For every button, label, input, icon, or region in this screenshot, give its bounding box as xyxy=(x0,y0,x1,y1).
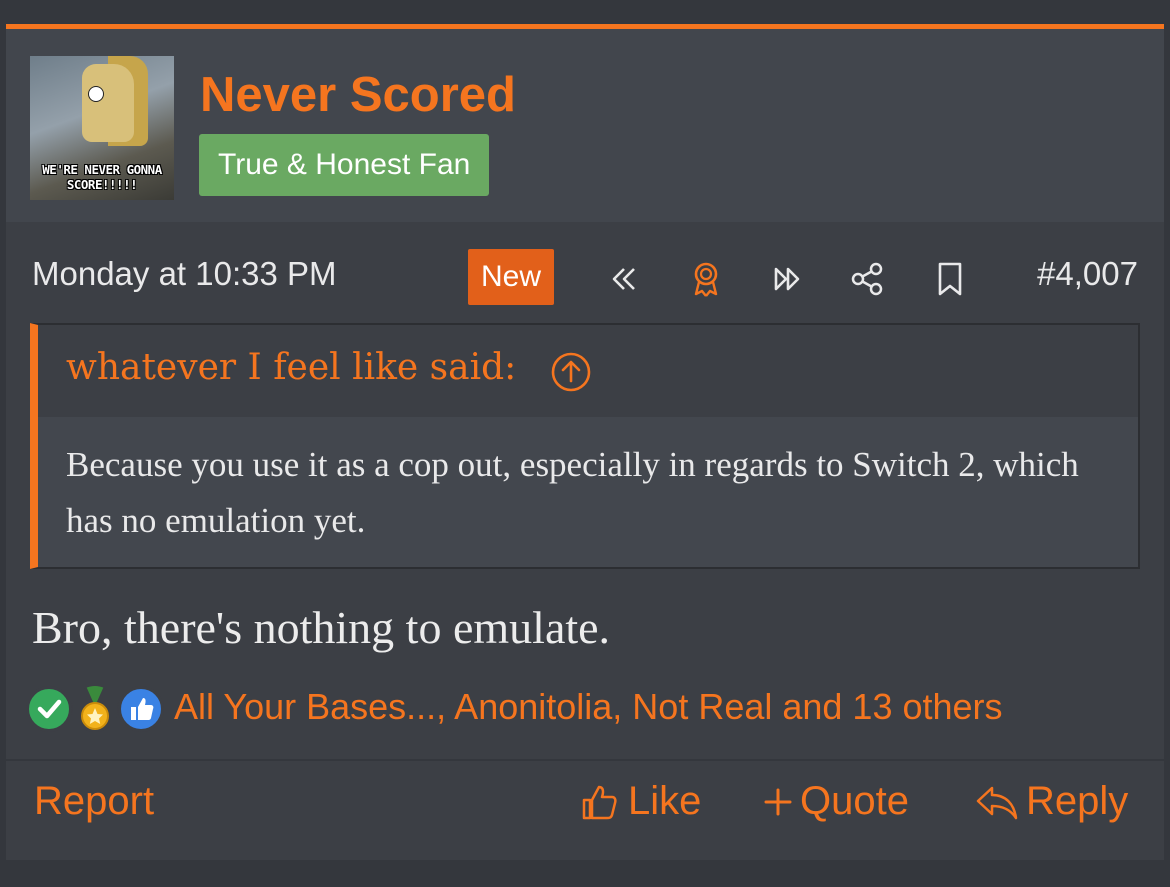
avatar-caption: WE'RE NEVER GONNA SCORE!!!!! xyxy=(42,162,162,192)
reply-icon xyxy=(976,786,1018,819)
quote-block: whatever I feel like said: Because you u… xyxy=(30,323,1140,569)
avatar-face xyxy=(82,64,134,142)
like-button[interactable]: Like xyxy=(578,779,701,824)
report-label: Report xyxy=(34,779,155,823)
post-timestamp[interactable]: Monday at 10:33 PM xyxy=(32,255,337,293)
user-title-badge: True & Honest Fan xyxy=(199,134,490,196)
medal-reaction-icon xyxy=(72,686,118,732)
bookmark-icon[interactable] xyxy=(930,259,970,299)
thumbs-up-reaction-icon xyxy=(118,686,164,732)
post-number[interactable]: #4,007 xyxy=(1037,255,1138,293)
reaction-users-link[interactable]: All Your Bases..., Anonitolia, Not Real … xyxy=(174,686,1003,728)
jump-to-quote-icon[interactable] xyxy=(550,351,592,393)
quote-button[interactable]: Quote xyxy=(762,779,909,824)
rewind-icon[interactable] xyxy=(604,259,644,299)
message-body: Bro, there's nothing to emulate. xyxy=(32,602,611,653)
post-meta: Monday at 10:33 PM New #4,007 xyxy=(6,247,1164,309)
award-icon[interactable] xyxy=(686,259,726,299)
quote-header: whatever I feel like said: xyxy=(38,325,1138,417)
reply-label: Reply xyxy=(1026,779,1129,823)
avatar[interactable]: WE'RE NEVER GONNA SCORE!!!!! xyxy=(30,56,174,200)
quote-text: Because you use it as a cop out, especia… xyxy=(66,445,1079,540)
like-label: Like xyxy=(628,779,702,823)
reactions-bar[interactable]: All Your Bases..., Anonitolia, Not Real … xyxy=(26,684,1156,734)
reply-button[interactable]: Reply xyxy=(974,779,1128,824)
avatar-eye xyxy=(88,86,104,102)
share-icon[interactable] xyxy=(848,259,888,299)
fast-forward-icon[interactable] xyxy=(768,259,808,299)
plus-icon xyxy=(764,788,792,815)
thumbs-up-icon xyxy=(582,785,617,819)
quote-label: Quote xyxy=(800,779,909,823)
quote-author[interactable]: whatever I feel like said: xyxy=(66,347,516,388)
check-reaction-icon xyxy=(26,686,72,732)
post-actions: Report Like Quote Reply xyxy=(6,759,1164,861)
report-button[interactable]: Report xyxy=(34,779,154,824)
user-block: WE'RE NEVER GONNA SCORE!!!!! Never Score… xyxy=(6,29,1164,222)
post: WE'RE NEVER GONNA SCORE!!!!! Never Score… xyxy=(6,24,1164,860)
username[interactable]: Never Scored xyxy=(200,65,516,125)
new-badge: New xyxy=(468,249,555,305)
